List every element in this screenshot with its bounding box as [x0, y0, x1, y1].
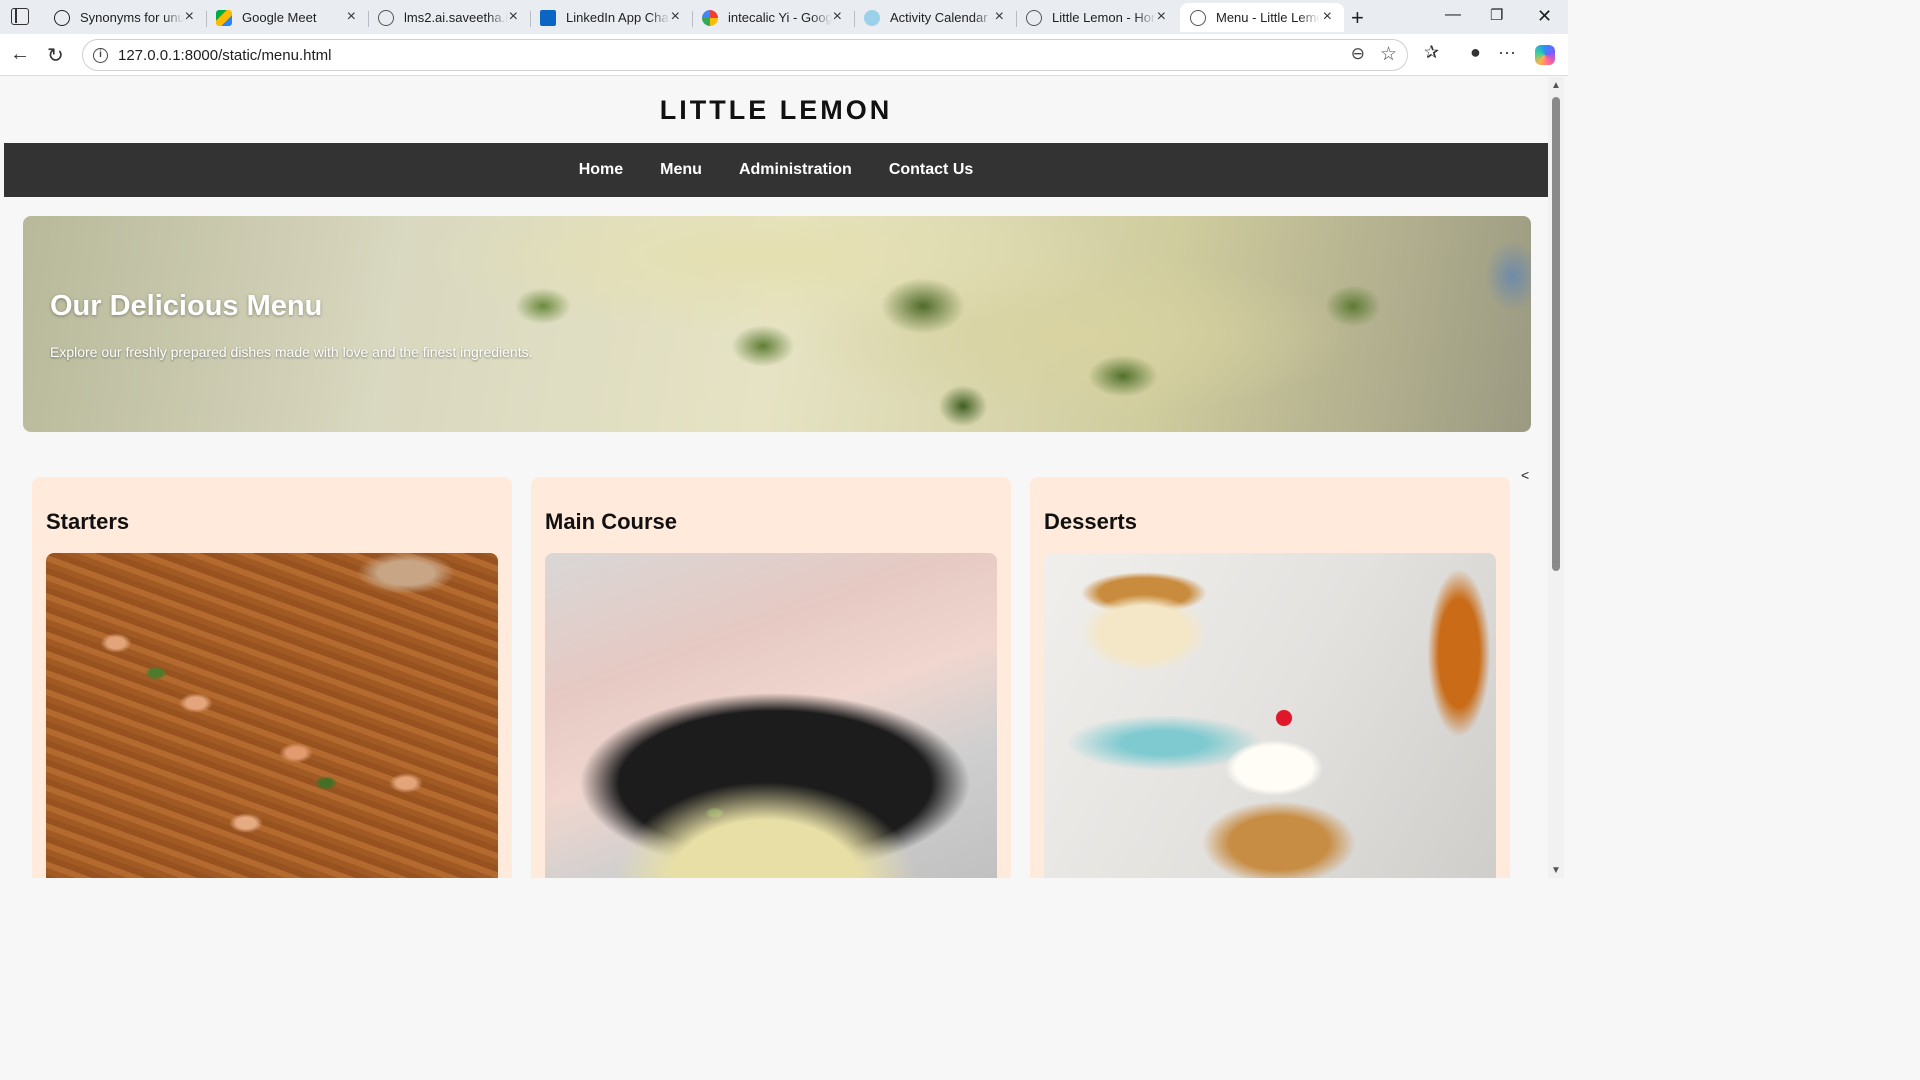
tab-title: LinkedIn App Chal [566, 10, 670, 25]
close-tab-icon[interactable]: × [1323, 9, 1332, 25]
globe-icon [378, 9, 394, 26]
category-title: Desserts [1044, 509, 1137, 534]
browser-tab-bar: Synonyms for unu × Google Meet × lms2.ai… [0, 0, 1568, 34]
site-info-icon[interactable]: i [93, 48, 108, 63]
close-tab-icon[interactable]: × [833, 9, 842, 25]
starters-image [46, 553, 498, 878]
desserts-image [1044, 553, 1496, 878]
tab-title: intecalic Yi - Goog [728, 10, 832, 25]
page-viewport: LITTLE LEMON Home Menu Administration Co… [4, 77, 1548, 878]
close-tab-icon[interactable]: × [1157, 9, 1166, 25]
favorites-icon[interactable]: ✰ [1424, 42, 1439, 63]
hero-subtitle: Explore our freshly prepared dishes made… [50, 344, 533, 360]
site-title: LITTLE LEMON [659, 95, 893, 125]
close-tab-icon[interactable]: × [995, 9, 1004, 25]
browser-tab[interactable]: Activity Calendar - × [854, 3, 1017, 32]
address-bar[interactable]: i 127.0.0.1:8000/static/menu.html ⊖ ☆ [82, 39, 1408, 71]
window-close-icon[interactable]: ✕ [1537, 6, 1552, 27]
category-title: Starters [46, 509, 130, 534]
browser-tab[interactable]: Google Meet × [206, 3, 369, 32]
sidebar-toggle-icon[interactable] [11, 8, 29, 25]
browser-toolbar: ← ↻ i 127.0.0.1:8000/static/menu.html ⊖ … [0, 34, 1568, 76]
nav-link-home[interactable]: Home [579, 161, 623, 179]
scroll-down-icon[interactable]: ▼ [1551, 865, 1561, 876]
restore-icon[interactable]: ❐ [1490, 6, 1503, 24]
nav-link-administration[interactable]: Administration [739, 161, 852, 179]
globe-icon [1190, 9, 1206, 26]
close-tab-icon[interactable]: × [671, 9, 680, 25]
profile-icon[interactable]: ● [1470, 42, 1481, 63]
hero-title: Our Delicious Menu [50, 290, 323, 322]
nav-link-contact[interactable]: Contact Us [889, 161, 973, 179]
browser-tab[interactable]: Little Lemon - Hon × [1016, 3, 1178, 32]
category-title: Main Course [545, 509, 678, 534]
calendar-icon [864, 9, 880, 26]
new-tab-icon[interactable]: + [1351, 5, 1364, 31]
hero-banner: Our Delicious Menu Explore our freshly p… [23, 216, 1531, 432]
main-nav: Home Menu Administration Contact Us [4, 143, 1548, 197]
url-text[interactable]: 127.0.0.1:8000/static/menu.html [118, 47, 331, 64]
scroll-thumb[interactable] [1552, 97, 1560, 571]
category-card-starters[interactable]: Starters [32, 477, 512, 878]
favorite-star-icon[interactable]: ☆ [1380, 43, 1397, 66]
tab-title: Menu - Little Lemo [1216, 10, 1320, 25]
google-icon [702, 9, 718, 26]
browser-tab[interactable]: lms2.ai.saveetha.in × [368, 3, 531, 32]
carousel-prev-button[interactable]: < [1521, 467, 1529, 483]
category-card-desserts[interactable]: Desserts [1030, 477, 1510, 878]
page-scrollbar[interactable]: ▲ ▼ [1548, 77, 1564, 878]
copilot-icon[interactable] [1535, 45, 1555, 65]
tab-title: Synonyms for unu [80, 10, 184, 25]
browser-tab[interactable]: Synonyms for unu × [44, 3, 207, 32]
back-arrow-icon[interactable]: ← [10, 43, 30, 66]
category-card-main-course[interactable]: Main Course [531, 477, 1011, 878]
globe-icon [1026, 9, 1042, 26]
tab-title: lms2.ai.saveetha.in [404, 10, 508, 25]
zoom-icon[interactable]: ⊖ [1351, 44, 1365, 64]
linkedin-icon [540, 9, 556, 26]
tab-title: Little Lemon - Hon [1052, 10, 1156, 25]
openai-icon [54, 9, 70, 26]
tab-title: Google Meet [242, 10, 317, 25]
close-tab-icon[interactable]: × [347, 9, 356, 25]
browser-tab[interactable]: LinkedIn App Chal × [530, 3, 693, 32]
menu-categories: Starters Main Course Desserts [32, 477, 1512, 878]
more-options-icon[interactable]: ··· [1498, 42, 1516, 63]
tab-title: Activity Calendar - [890, 10, 994, 25]
close-tab-icon[interactable]: × [185, 9, 194, 25]
google-meet-icon [216, 9, 232, 26]
scroll-up-icon[interactable]: ▲ [1551, 80, 1561, 91]
reload-icon[interactable]: ↻ [47, 43, 64, 68]
nav-link-menu[interactable]: Menu [660, 161, 702, 179]
minimize-icon[interactable]: — [1445, 6, 1461, 24]
close-tab-icon[interactable]: × [509, 9, 518, 25]
browser-tab[interactable]: intecalic Yi - Goog × [692, 3, 855, 32]
browser-tab-active[interactable]: Menu - Little Lemo × [1180, 3, 1344, 32]
main-course-image [545, 553, 997, 878]
